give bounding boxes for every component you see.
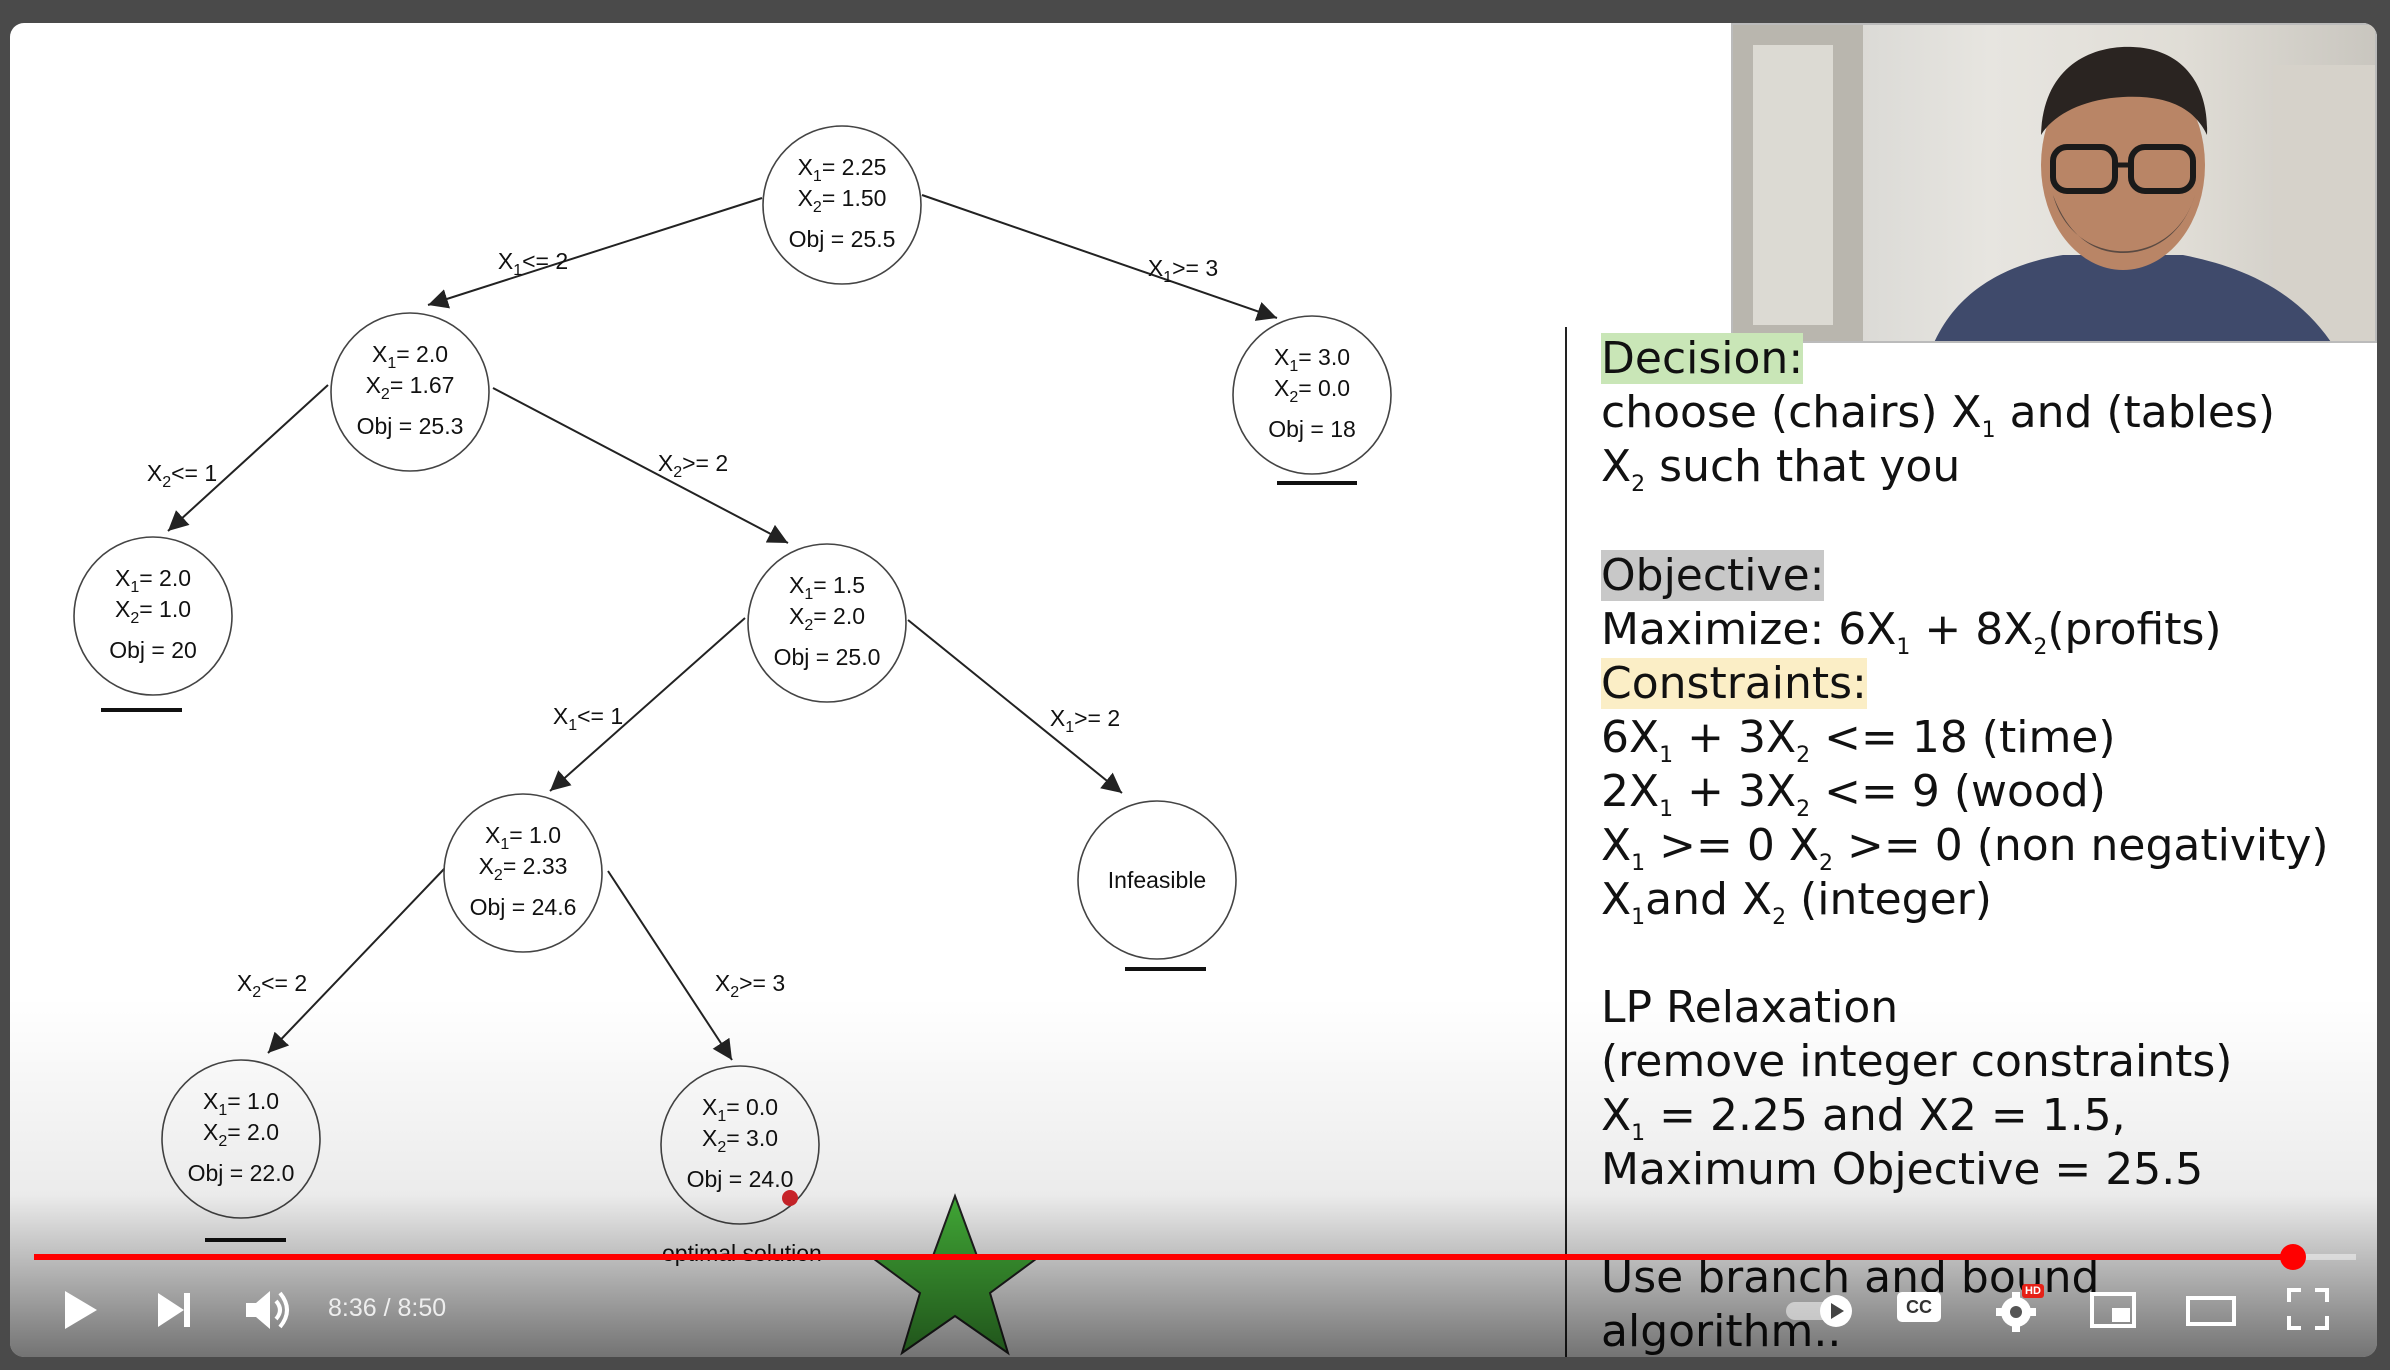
fullscreen-icon [2287,1288,2329,1330]
edge-label-branch: X2>= 3 [715,970,785,1001]
edge-label-branch: X2<= 1 [147,460,217,491]
hd-badge: HD [2022,1284,2044,1298]
play-button[interactable] [55,1285,105,1335]
node-objective-value: Obj = 25.5 [789,226,896,252]
volume-button[interactable] [240,1283,296,1337]
lp-line-4: Maximum Objective = 25.5 [1601,1144,2204,1195]
edge-label-branch: X1<= 2 [498,248,568,279]
theater-icon [2186,1296,2236,1326]
node-objective-value: Obj = 18 [1268,416,1356,442]
constraint-integer: X1and X2 (integer) [1601,874,1992,930]
cc-button[interactable]: CC [1897,1292,1945,1328]
node-objective-value: Obj = 22.0 [188,1160,295,1186]
branch-and-bound-tree: X1= 2.25X2= 1.50Obj = 25.5X1= 2.0X2= 1.6… [73,125,1392,1356]
edge-left-lr [492,387,789,544]
node-objective-value: Obj = 24.6 [470,894,577,920]
miniplayer-icon [2090,1292,2136,1328]
lp-heading: LP Relaxation [1601,982,1899,1033]
progress-bar[interactable] [34,1244,2356,1270]
cc-icon: CC [1897,1292,1941,1322]
edge-root-right [921,194,1278,321]
node-objective-value: Obj = 25.3 [357,413,464,439]
edge-label-branch: X1>= 2 [1050,705,1120,736]
fullscreen-button[interactable] [2283,1284,2333,1334]
volume-icon [246,1291,289,1329]
miniplayer-button[interactable] [2088,1288,2138,1332]
optimal-marker-dot [782,1190,798,1206]
objective-heading: Objective: [1601,550,1825,601]
settings-button[interactable]: HD [1994,1284,2044,1334]
lp-line-2: (remove integer constraints) [1601,1036,2233,1087]
node-objective-value: Obj = 25.0 [774,644,881,670]
webcam-overlay [1731,23,2377,343]
node-objective-value: Obj = 20 [109,637,197,663]
edge-label-branch: X2<= 2 [237,970,307,1001]
edge-label-branch: X2>= 2 [658,450,728,481]
node-label-infeasible: Infeasible [1108,867,1206,893]
next-icon [158,1293,190,1327]
decision-line-2: X2 such that you [1601,441,1961,497]
edge-label-branch: X1<= 1 [553,703,623,734]
decision-heading: Decision: [1601,333,1804,384]
autoplay-toggle[interactable] [1784,1292,1858,1328]
optimal-solution-label: optimal solution [662,1240,822,1266]
edge-left-ll [167,384,329,532]
theater-mode-button[interactable] [2184,1290,2238,1330]
play-icon [65,1291,97,1329]
star-icon [866,1193,1044,1356]
edge-lrl-lrlr [607,870,733,1061]
next-button[interactable] [150,1285,200,1335]
progress-played [34,1254,2294,1260]
autoplay-toggle-icon [1786,1295,1852,1327]
node-objective-value: Obj = 24.0 [687,1166,794,1192]
notes-panel: Decision: choose (chairs) X1 and (tables… [1565,327,2377,1357]
constraints-heading: Constraints: [1601,658,1867,709]
edge-root-left [427,197,763,309]
edge-label-branch: X1>= 3 [1148,255,1218,286]
video-frame[interactable]: X1= 2.25 X2= 1.50 Obj = 25.5 X1= 2.0 X2= 1.6… [10,23,2377,1357]
edge-lrl-lrll [267,867,446,1054]
